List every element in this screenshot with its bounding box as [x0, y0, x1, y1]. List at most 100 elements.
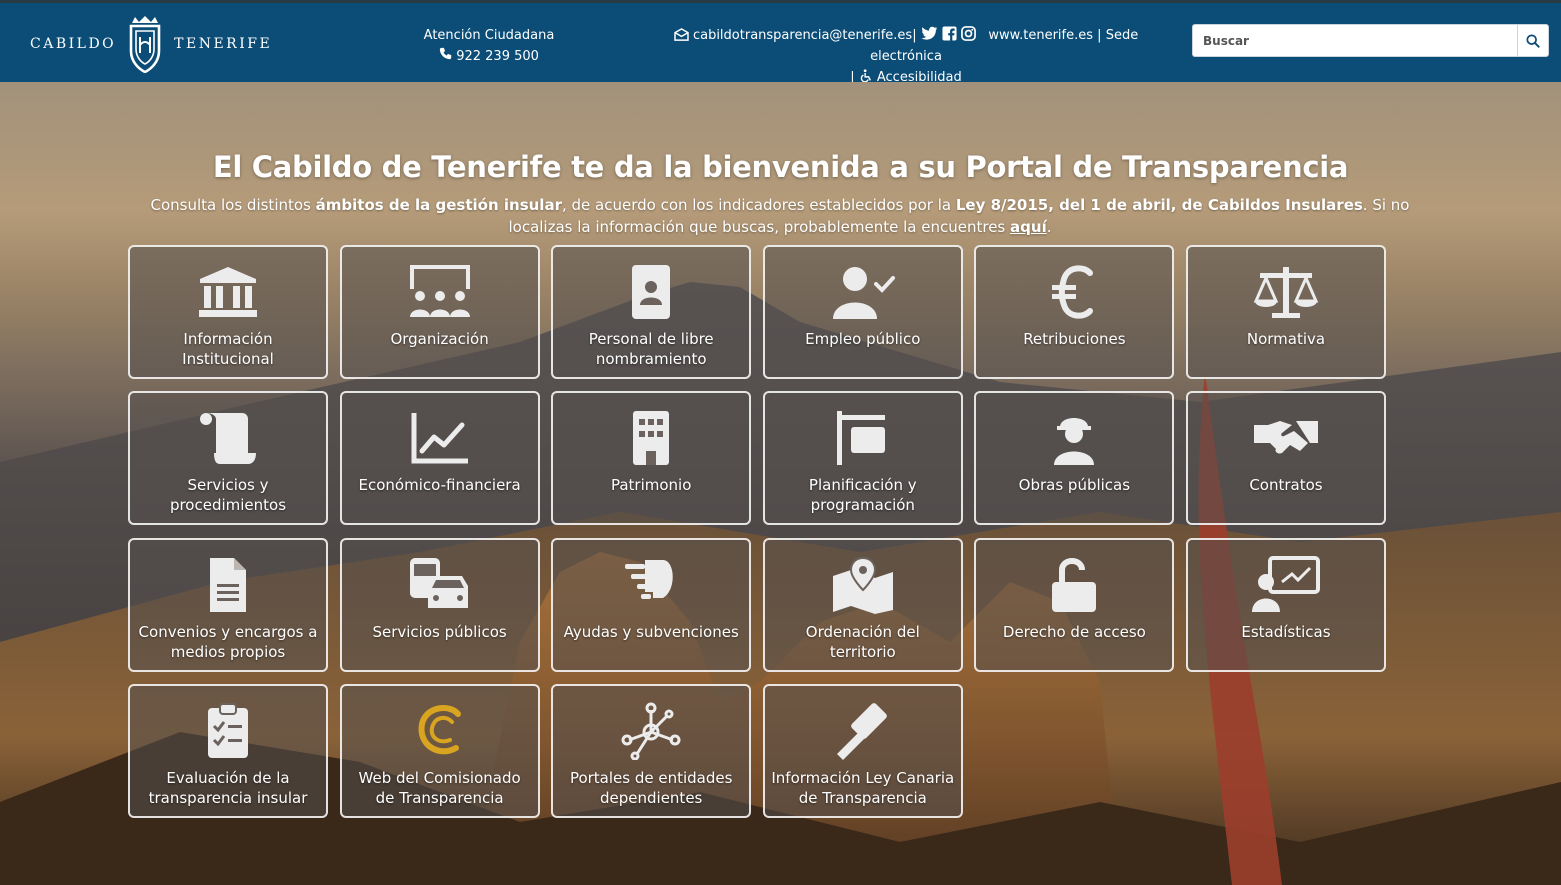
intro-text: Consulta los distintos ámbitos de la ges…	[140, 194, 1420, 238]
chart-line-icon	[411, 413, 468, 464]
tile-label: Planificación y programación	[808, 476, 917, 515]
tile-normativa[interactable]: Normativa	[1185, 245, 1386, 379]
facebook-icon[interactable]	[942, 26, 957, 41]
wheelchair-icon	[860, 69, 871, 83]
intro-bold-ley: Ley 8/2015, del 1 de abril, de Cabildos …	[955, 196, 1363, 214]
atencion-ciudadana: Atención Ciudadana 922 239 500	[410, 25, 568, 67]
tile-label: Ayudas y subvenciones	[563, 622, 739, 641]
tile-derecho-acceso[interactable]: Derecho de acceso	[974, 537, 1175, 672]
tile-ordenacion-territorio[interactable]: Ordenación del territorio	[762, 537, 963, 672]
tile-label: Patrimonio	[610, 476, 692, 495]
tile-informacion-institucional[interactable]: Información Institucional	[128, 245, 328, 379]
contact-row-1: cabildotransparencia@tenerife.es| www.te…	[636, 25, 1176, 67]
tile-servicios-procedimientos[interactable]: Servicios y procedimientos	[128, 391, 328, 526]
handshake-icon	[1253, 421, 1318, 454]
unlock-icon	[1052, 557, 1097, 612]
twitter-icon[interactable]	[921, 26, 938, 41]
tile-label: Contratos	[1249, 476, 1323, 495]
phone-icon	[439, 47, 452, 60]
intro-part: , de acuerdo con los indicadores estable…	[561, 196, 956, 214]
map-marker-icon	[832, 556, 893, 614]
tile-label: Normativa	[1246, 330, 1326, 348]
tile-obras-publicas[interactable]: Obras públicas	[974, 391, 1175, 526]
comisionado-logo-icon	[418, 704, 461, 755]
crest-icon	[129, 16, 161, 73]
tile-patrimonio[interactable]: Patrimonio	[551, 391, 752, 526]
website-link[interactable]: www.tenerife.es	[988, 28, 1093, 43]
logo-word-cabildo: CABILDO	[30, 36, 117, 52]
aqui-link[interactable]: aquí	[1010, 218, 1047, 236]
top-header: CABILDO TENERIFE Atención Ciudadana 922 …	[0, 0, 1561, 85]
tile-label: Información Institucional	[182, 330, 274, 368]
tile-contratos[interactable]: Contratos	[1185, 391, 1386, 526]
tile-personal-libre-nombramiento[interactable]: Personal de libre nombramiento	[551, 245, 752, 379]
scroll-icon	[200, 413, 256, 465]
search-input[interactable]	[1192, 24, 1517, 57]
tile-organizacion[interactable]: Organización	[339, 245, 540, 379]
separator: |	[912, 28, 917, 43]
tile-evaluacion-transparencia[interactable]: Evaluación de la transparencia insular	[128, 683, 328, 818]
tile-label: Información Ley Canaria de Transparencia	[771, 768, 955, 807]
tile-portales-entidades[interactable]: Portales de entidades dependientes	[551, 683, 752, 818]
file-icon	[210, 557, 246, 612]
tile-label: Empleo público	[805, 330, 921, 348]
tile-empleo-publico[interactable]: Empleo público	[762, 245, 963, 379]
logo-word-tenerife: TENERIFE	[174, 36, 273, 52]
tile-retribuciones[interactable]: Retribuciones	[974, 245, 1175, 379]
contact-links: cabildotransparencia@tenerife.es| www.te…	[636, 25, 1176, 88]
tile-label: Estadísticas	[1241, 622, 1331, 641]
network-icon	[621, 702, 681, 760]
tile-label: Personal de libre nombramiento	[588, 330, 714, 368]
tile-label: Web del Comisionado de Transparencia	[358, 768, 521, 807]
tile-economico-financiera[interactable]: Económico-financiera	[339, 391, 540, 526]
page-title: El Cabildo de Tenerife te da la bienveni…	[212, 150, 1349, 184]
intro-part: .	[1046, 218, 1052, 236]
tile-label: Obras públicas	[1018, 476, 1131, 495]
atencion-title: Atención Ciudadana	[423, 28, 555, 43]
sign-icon	[836, 411, 885, 466]
transparency-tiles-grid: Información Institucional Organización P…	[128, 245, 1388, 818]
scales-icon	[1253, 267, 1319, 318]
tile-label: Organización	[390, 330, 489, 348]
organization-icon	[409, 265, 470, 317]
tile-label: Derecho de acceso	[1002, 622, 1146, 641]
institution-icon	[199, 267, 257, 317]
tile-label: Convenios y encargos a medios propios	[138, 622, 318, 661]
cabildo-logo[interactable]: CABILDO TENERIFE	[30, 15, 272, 73]
intro-part: Consulta los distintos	[150, 196, 316, 214]
bus-car-icon	[409, 557, 468, 608]
envelope-icon	[674, 28, 689, 41]
hero-section: El Cabildo de Tenerife te da la bienveni…	[0, 82, 1561, 885]
tile-label: Portales de entidades dependientes	[569, 768, 733, 807]
gavel-icon	[836, 703, 887, 760]
search-bar	[1192, 24, 1549, 57]
tile-convenios-encargos[interactable]: Convenios y encargos a medios propios	[128, 537, 328, 672]
badge-icon	[632, 265, 671, 319]
tile-label: Servicios públicos	[372, 622, 507, 641]
separator: |	[1097, 28, 1102, 43]
tile-web-comisionado[interactable]: Web del Comisionado de Transparencia	[339, 683, 540, 818]
presentation-icon	[1251, 555, 1320, 612]
phone-row[interactable]: 922 239 500	[410, 46, 568, 67]
tile-servicios-publicos[interactable]: Servicios públicos	[339, 537, 540, 672]
phone-number: 922 239 500	[456, 49, 539, 64]
search-button[interactable]	[1517, 24, 1549, 57]
worker-icon	[1054, 418, 1095, 466]
tile-label: Económico-financiera	[358, 476, 521, 495]
tile-estadisticas[interactable]: Estadísticas	[1185, 537, 1386, 672]
euro-icon	[1052, 265, 1094, 319]
tile-ayudas-subvenciones[interactable]: Ayudas y subvenciones	[551, 537, 752, 672]
tile-label: Ordenación del territorio	[805, 622, 920, 661]
search-icon	[1526, 33, 1540, 48]
tile-label: Retribuciones	[1023, 330, 1126, 348]
hand-holding-icon	[625, 559, 673, 599]
intro-bold-ambitos: ámbitos de la gestión insular	[315, 196, 562, 214]
tile-label: Servicios y procedimientos	[169, 476, 287, 515]
instagram-icon[interactable]	[961, 26, 976, 41]
email-link[interactable]: cabildotransparencia@tenerife.es	[693, 28, 912, 43]
clipboard-check-icon	[208, 702, 248, 758]
tile-label: Evaluación de la transparencia insular	[148, 768, 308, 807]
tile-ley-canaria[interactable]: Información Ley Canaria de Transparencia	[762, 683, 963, 818]
tile-planificacion-programacion[interactable]: Planificación y programación	[762, 391, 963, 526]
building-icon	[633, 411, 670, 466]
